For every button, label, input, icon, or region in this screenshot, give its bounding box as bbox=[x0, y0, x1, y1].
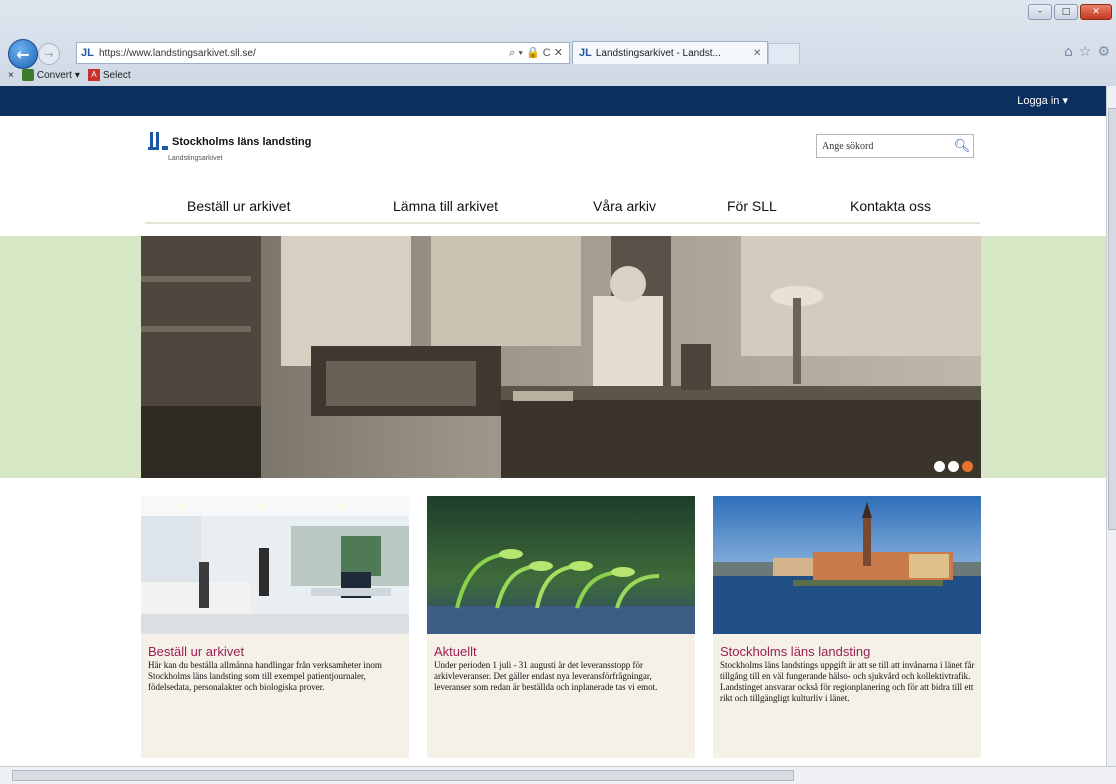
tab-logo-icon: JL bbox=[579, 47, 592, 59]
card-image-stockholm bbox=[713, 496, 981, 634]
logo-text: Stockholms läns landsting bbox=[172, 136, 312, 148]
vertical-scrollbar[interactable] bbox=[1106, 86, 1116, 766]
chevron-down-icon: ▾ bbox=[74, 69, 80, 81]
logo-mark-icon bbox=[148, 130, 168, 150]
card-title[interactable]: Aktuellt bbox=[434, 644, 477, 659]
logo-subtitle: Landstingsarkivet bbox=[168, 155, 223, 162]
card-sll[interactable]: Stockholms läns landsting Stockholms län… bbox=[713, 496, 981, 758]
close-tab-icon[interactable]: ✕ bbox=[753, 48, 767, 59]
card-title[interactable]: Beställ ur arkivet bbox=[148, 644, 244, 659]
toolbar-close-icon[interactable]: × bbox=[8, 70, 14, 81]
select-button[interactable]: A Select bbox=[87, 69, 131, 81]
maximize-button[interactable]: □ bbox=[1054, 4, 1078, 20]
new-tab-button[interactable] bbox=[768, 43, 800, 64]
minimize-button[interactable]: – bbox=[1028, 4, 1052, 20]
address-bar[interactable]: JL https://www.landstingsarkivet.sll.se/… bbox=[76, 42, 570, 64]
hero-slideshow[interactable] bbox=[141, 236, 981, 478]
card-text: Här kan du beställa allmänna handlingar … bbox=[148, 660, 382, 692]
login-link[interactable]: Logga in ▾ bbox=[1017, 94, 1068, 107]
nav-item-kontakta[interactable]: Kontakta oss bbox=[850, 198, 931, 214]
card-title[interactable]: Stockholms läns landsting bbox=[720, 644, 870, 659]
nav-item-bestall[interactable]: Beställ ur arkivet bbox=[187, 198, 290, 214]
slide-dot-3[interactable] bbox=[962, 461, 973, 472]
convert-label: Convert bbox=[36, 69, 72, 81]
main-navigation: Beställ ur arkivet Lämna till arkivet Vå… bbox=[145, 190, 980, 224]
nav-item-for-sll[interactable]: För SLL bbox=[727, 198, 777, 214]
address-url[interactable]: https://www.landstingsarkivet.sll.se/ bbox=[99, 48, 509, 59]
card-image-office bbox=[141, 496, 409, 634]
browser-chrome: – □ ✕ ← → JL https://www.landstingsarkiv… bbox=[0, 0, 1116, 86]
card-aktuellt[interactable]: Aktuellt Under perioden 1 juli - 31 augu… bbox=[427, 496, 695, 758]
slide-dot-2[interactable] bbox=[948, 461, 959, 472]
vertical-scroll-thumb[interactable] bbox=[1108, 108, 1116, 530]
select-label: Select bbox=[102, 69, 131, 81]
card-text: Stockholms läns landstings uppgift är at… bbox=[720, 660, 975, 703]
convert-icon bbox=[21, 69, 34, 81]
search-input[interactable]: Ange sökord bbox=[817, 141, 951, 152]
browser-tab[interactable]: JL Landstingsarkivet - Landst... ✕ bbox=[572, 41, 768, 64]
site-logo-icon: JL bbox=[81, 47, 94, 59]
window-controls: – □ ✕ bbox=[1028, 4, 1112, 20]
browser-toolbar-icons: ⌂ ☆ ⚙ bbox=[1064, 44, 1110, 60]
gear-icon[interactable]: ⚙ bbox=[1097, 44, 1110, 60]
slide-dot-1[interactable] bbox=[934, 461, 945, 472]
close-window-button[interactable]: ✕ bbox=[1080, 4, 1112, 20]
home-icon[interactable]: ⌂ bbox=[1064, 44, 1073, 60]
search-box[interactable]: Ange sökord 🔍︎ bbox=[816, 134, 974, 158]
convert-button[interactable]: Convert ▾ bbox=[21, 69, 80, 81]
top-bar: Logga in ▾ bbox=[0, 86, 1106, 116]
address-controls[interactable]: ⌕ ▾ 🔒 C ✕ bbox=[509, 46, 569, 60]
nav-item-lamna[interactable]: Lämna till arkivet bbox=[393, 198, 498, 214]
card-image-seedlings bbox=[427, 496, 695, 634]
pdf-icon: A bbox=[87, 69, 100, 81]
command-bar: × Convert ▾ A Select bbox=[0, 64, 1116, 86]
horizontal-scroll-thumb[interactable] bbox=[12, 770, 794, 781]
star-icon[interactable]: ☆ bbox=[1079, 44, 1092, 60]
forward-arrow-icon[interactable]: → bbox=[38, 43, 60, 65]
tab-title: Landstingsarkivet - Landst... bbox=[595, 47, 721, 59]
horizontal-scrollbar[interactable] bbox=[0, 766, 1116, 784]
site-logo[interactable]: Stockholms läns landsting bbox=[148, 130, 311, 150]
slide-indicators bbox=[934, 461, 973, 472]
hero-image bbox=[141, 236, 981, 478]
card-text: Under perioden 1 juli - 31 augusti är de… bbox=[434, 660, 658, 692]
card-bestall[interactable]: Beställ ur arkivet Här kan du beställa a… bbox=[141, 496, 409, 758]
search-icon[interactable]: 🔍︎ bbox=[951, 138, 973, 154]
nav-item-vara-arkiv[interactable]: Våra arkiv bbox=[593, 198, 656, 214]
